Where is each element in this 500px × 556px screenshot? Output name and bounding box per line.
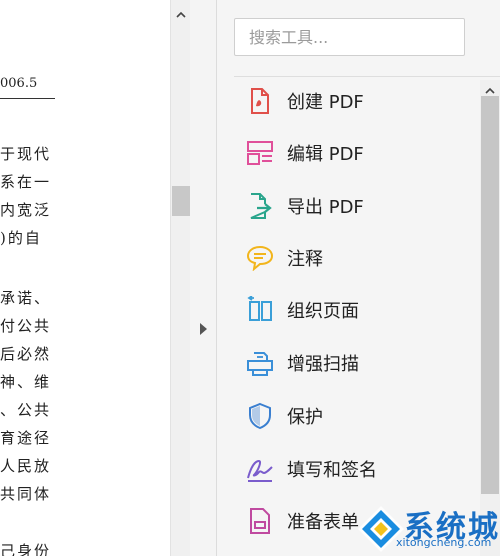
tools-panel-scrollbar[interactable] [480,80,500,556]
document-text-line: 内宽泛 [0,201,52,219]
tools-panel: 创建 PDF 编辑 PDF 导出 PDF [217,0,500,556]
document-text-line: )的自 [0,229,42,247]
tool-label: 注释 [287,249,323,270]
document-date-fragment: 006.5 [0,76,38,91]
expand-panel-arrow-icon[interactable] [198,322,208,336]
export-pdf-icon [245,191,275,221]
fill-sign-icon [245,454,275,484]
tool-protect[interactable]: 保护 [245,396,475,436]
document-text-line: 系在一 [0,173,52,191]
comment-icon [245,243,275,273]
tool-label: 保护 [287,407,323,428]
document-text-line: 于现代 [0,145,52,163]
tool-export-pdf[interactable]: 导出 PDF [245,186,475,226]
document-scrollbar[interactable] [170,0,191,556]
tool-label: 组织页面 [287,301,359,322]
scroll-up-arrow-icon[interactable] [485,86,495,96]
enhance-scan-icon [245,348,275,378]
prepare-form-icon [245,506,275,536]
watermark-url: xitongcheng.com [396,536,492,549]
document-text-line: 人民放 [0,457,52,475]
tool-label: 创建 PDF [287,92,364,113]
document-page: 006.5 于现代系在一内宽泛 )的自承诺、付公共后必然神、维、公共育途径人民放共… [0,0,170,556]
document-text-line: 共同体 [0,485,52,503]
panel-toggle-strip[interactable] [190,0,217,556]
tools-panel-scroll-thumb[interactable] [481,96,499,494]
document-underline [0,98,55,99]
site-watermark: 系统城 xitongcheng.com [356,500,500,556]
document-text-line: 、公共 [0,401,52,419]
document-text-line: 育途径 [0,429,52,447]
tool-edit-pdf[interactable]: 编辑 PDF [245,133,475,173]
document-text-line: 己身份 [0,542,52,556]
tool-comment[interactable]: 注释 [245,238,475,278]
search-tools-box[interactable] [234,18,465,56]
create-pdf-icon [245,86,275,116]
scroll-up-arrow-icon[interactable] [176,10,186,20]
tool-label: 填写和签名 [287,460,377,481]
tool-create-pdf[interactable]: 创建 PDF [245,81,475,121]
document-text-line: 承诺、 [0,289,52,307]
tool-fill-sign[interactable]: 填写和签名 [245,449,475,489]
edit-pdf-icon [245,138,275,168]
protect-icon [245,401,275,431]
document-scroll-thumb[interactable] [172,186,190,216]
document-text-line: 付公共 [0,317,52,335]
organize-pages-icon [245,295,275,325]
tool-label: 导出 PDF [287,197,364,218]
document-text-line: 后必然 [0,345,52,363]
tool-organize-pages[interactable]: 组织页面 [245,290,475,330]
panel-divider [234,76,500,77]
tool-enhance-scan[interactable]: 增强扫描 [245,343,475,383]
search-tools-input[interactable] [235,19,464,55]
tool-label: 增强扫描 [287,354,359,375]
document-text-line: 神、维 [0,373,52,391]
tool-label: 准备表单 [287,512,359,533]
tool-label: 编辑 PDF [287,144,364,165]
